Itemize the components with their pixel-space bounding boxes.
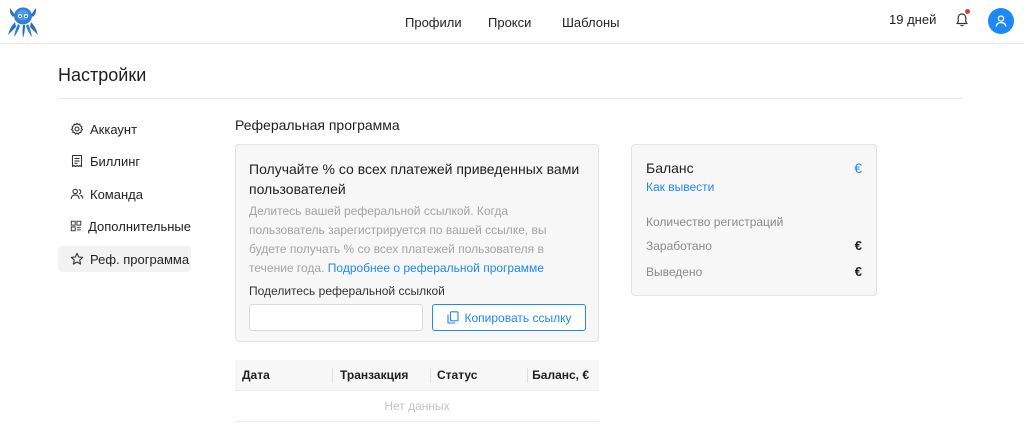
sidebar-item-team[interactable]: Команда bbox=[58, 181, 191, 207]
column-header-date[interactable]: Дата bbox=[242, 360, 270, 391]
balance-card: Баланс € Как вывести Количество регистра… bbox=[631, 144, 877, 296]
referral-more-link[interactable]: Подробнее о реферальной программе bbox=[328, 261, 544, 275]
column-header-balance[interactable]: Баланс, € bbox=[532, 360, 589, 391]
sidebar-item-label: Дополнительные bbox=[88, 218, 191, 234]
balance-currency: € bbox=[854, 160, 862, 176]
table-header: Дата Транзакция Статус Баланс, € bbox=[235, 360, 599, 391]
top-bar: Профили Прокси Шаблоны 19 дней bbox=[0, 0, 1024, 44]
share-link-label: Поделитесь реферальной ссылкой bbox=[249, 284, 445, 298]
nav-templates[interactable]: Шаблоны bbox=[562, 0, 620, 44]
referral-heading: Получайте % со всех платежей приведенных… bbox=[249, 161, 580, 197]
table-empty-state: Нет данных bbox=[235, 391, 599, 422]
column-divider bbox=[332, 368, 333, 383]
column-header-transaction[interactable]: Транзакция bbox=[340, 360, 408, 391]
sidebar-item-billing[interactable]: Биллинг bbox=[58, 148, 191, 174]
balance-title: Баланс bbox=[646, 160, 694, 176]
sidebar-item-account[interactable]: Аккаунт bbox=[58, 116, 191, 142]
stat-withdrawn-label: Выведено bbox=[646, 265, 703, 279]
stat-withdrawn-value: € bbox=[854, 264, 862, 279]
user-avatar[interactable] bbox=[988, 8, 1014, 34]
octopus-logo-icon[interactable] bbox=[6, 5, 40, 39]
gear-icon bbox=[70, 122, 84, 135]
sidebar-item-label: Биллинг bbox=[90, 153, 141, 169]
how-to-withdraw-link[interactable]: Как вывести bbox=[646, 180, 714, 194]
sidebar-item-referral[interactable]: Реф. программа bbox=[58, 246, 191, 272]
stat-earned-label: Заработано bbox=[646, 239, 712, 253]
bell-icon[interactable] bbox=[954, 12, 970, 28]
sidebar-item-label: Реф. программа bbox=[90, 251, 190, 267]
page-divider bbox=[58, 98, 962, 99]
column-header-status[interactable]: Статус bbox=[437, 360, 477, 391]
page-title: Настройки bbox=[58, 65, 147, 85]
user-icon bbox=[995, 15, 1007, 27]
grid-icon bbox=[70, 220, 82, 232]
copy-icon bbox=[446, 311, 459, 324]
subscription-days-left: 19 дней bbox=[889, 12, 937, 27]
copy-link-button[interactable]: Копировать ссылку bbox=[432, 304, 586, 331]
notification-dot bbox=[965, 9, 970, 14]
sidebar-item-label: Аккаунт bbox=[90, 121, 138, 137]
team-icon bbox=[70, 188, 84, 200]
copy-link-label: Копировать ссылку bbox=[464, 310, 572, 325]
sidebar-item-additional[interactable]: Дополнительные bbox=[58, 213, 191, 239]
column-divider bbox=[430, 368, 431, 383]
referral-link-input[interactable] bbox=[249, 304, 423, 331]
sidebar-item-label: Команда bbox=[90, 186, 143, 202]
referral-description: Делитесь вашей реферальной ссылкой. Когд… bbox=[249, 202, 569, 278]
stat-earned-value: € bbox=[854, 238, 862, 253]
receipt-icon bbox=[71, 154, 83, 168]
section-title: Реферальная программа bbox=[235, 117, 400, 133]
nav-proxies[interactable]: Прокси bbox=[488, 0, 531, 44]
star-icon bbox=[70, 252, 84, 265]
column-divider bbox=[527, 368, 528, 383]
nav-profiles[interactable]: Профили bbox=[405, 0, 462, 44]
referral-card: Получайте % со всех платежей приведенных… bbox=[235, 144, 599, 342]
stat-registrations-label: Количество регистраций bbox=[646, 215, 784, 229]
